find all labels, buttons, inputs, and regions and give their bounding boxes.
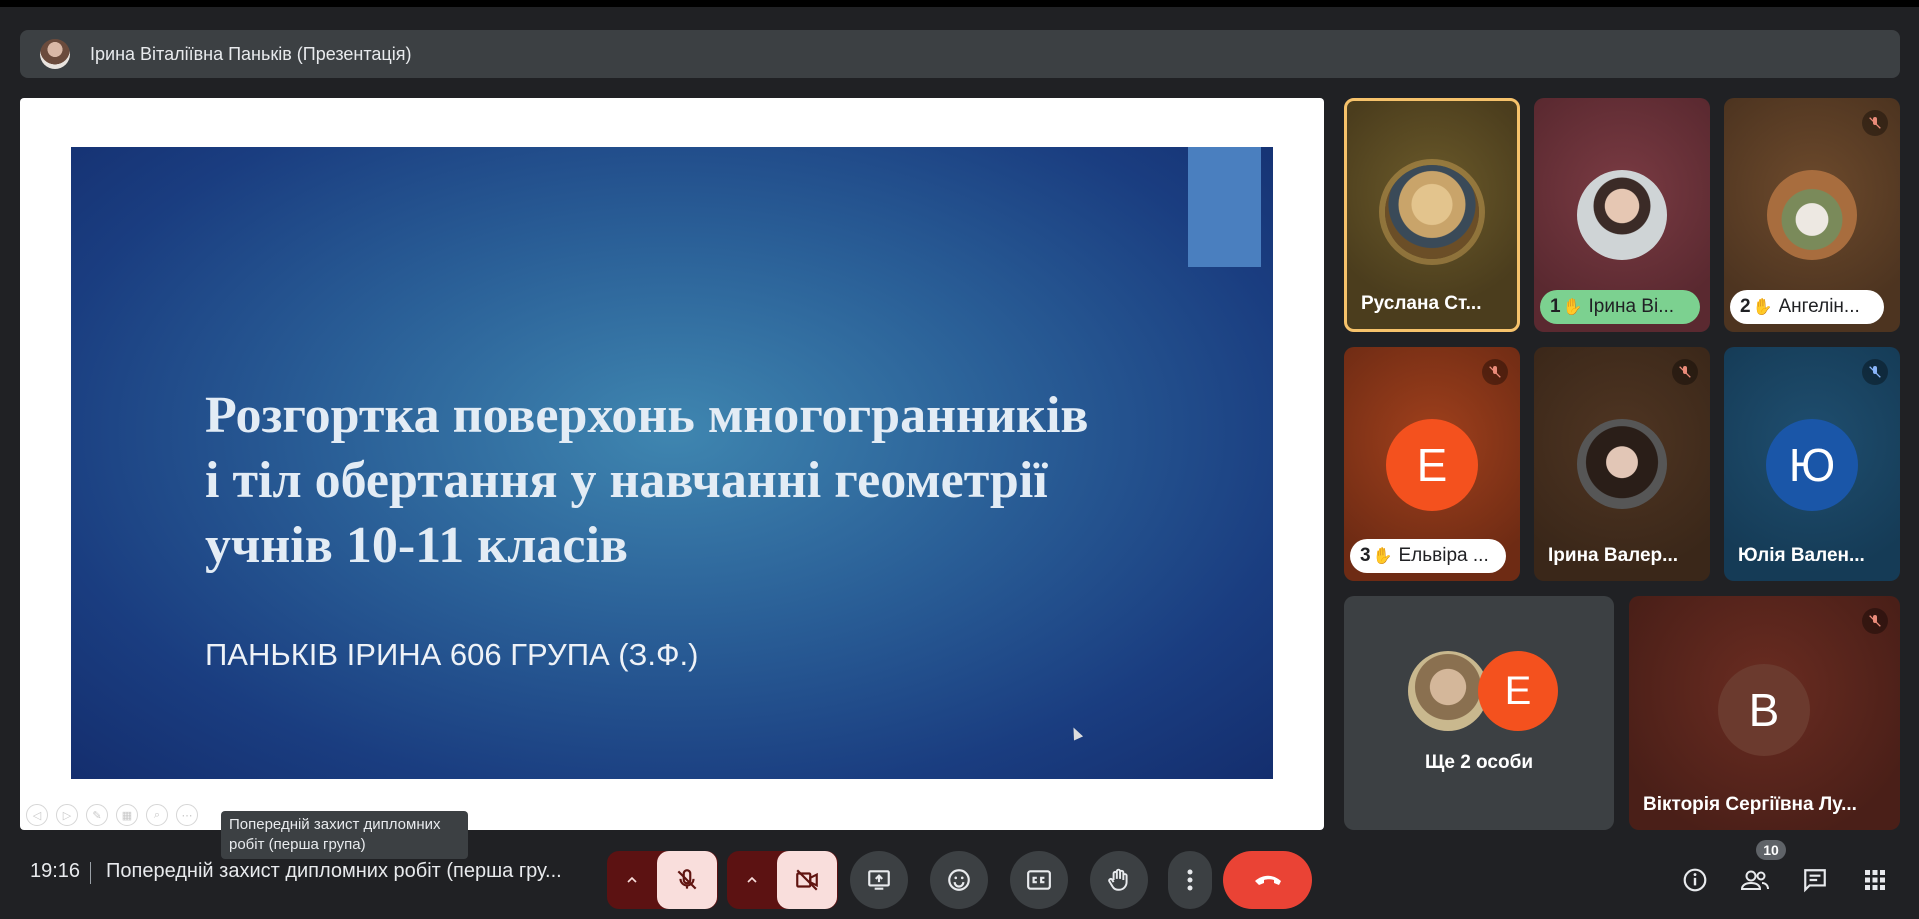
participant-tile[interactable]: В Вікторія Сергіївна Лу... (1629, 596, 1900, 830)
mic-off-icon (1862, 110, 1888, 136)
slide-title-line-1: Розгортка поверхонь многогранників (205, 387, 1089, 444)
mouse-cursor-icon (1068, 725, 1084, 741)
top-edge (0, 0, 1919, 7)
next-slide-icon[interactable]: ▷ (56, 804, 78, 826)
hand-order: 2 (1740, 296, 1751, 317)
chevron-up-icon (627, 876, 637, 883)
raise-hand-icon: ✋ (1372, 548, 1393, 565)
raised-hand-pill: 2 ✋ Ангелін... (1730, 290, 1884, 324)
presenter-banner: Ірина Віталіївна Паньків (Презентація) (20, 30, 1900, 78)
presenter-label: Ірина Віталіївна Паньків (Презентація) (90, 43, 412, 64)
avatar-initial: Ю (1766, 419, 1858, 511)
slides-icon[interactable]: ▦ (116, 804, 138, 826)
presenter-avatar (40, 39, 70, 69)
zoom-icon[interactable]: ⌕ (146, 804, 168, 826)
leave-call-button[interactable] (1223, 851, 1312, 909)
chat-icon (1804, 869, 1826, 893)
meeting-details-button[interactable] (1675, 860, 1715, 900)
apps-icon (1865, 870, 1885, 890)
slide-subtitle: ПАНЬКІВ ІРИНА 606 ГРУПА (З.Ф.) (205, 637, 699, 672)
clock: 19:16 (30, 860, 81, 882)
presentation-stage[interactable]: Розгортка поверхонь многогранників і тіл… (20, 98, 1324, 830)
raise-hand-icon (1108, 868, 1128, 891)
people-button[interactable] (1735, 860, 1775, 900)
mic-off-icon (1482, 359, 1508, 385)
pen-icon[interactable]: ✎ (86, 804, 108, 826)
more-icon[interactable]: ⋯ (176, 804, 198, 826)
people-icon (1740, 870, 1769, 890)
chat-button[interactable] (1795, 860, 1835, 900)
participant-tile[interactable]: 1 ✋ Ірина Ві... (1534, 98, 1710, 332)
mic-off-icon (1862, 359, 1888, 385)
prev-slide-icon[interactable]: ◁ (26, 804, 48, 826)
hand-order: 1 (1550, 296, 1561, 317)
raise-hand-icon: ✋ (1752, 299, 1773, 316)
camera-toggle-button[interactable] (777, 851, 837, 909)
slide-controls: ◁ ▷ ✎ ▦ ⌕ ⋯ (26, 804, 198, 826)
present-screen-icon (868, 870, 890, 890)
slide-title-line-2: і тіл обертання у навчанні геометрії (205, 452, 1048, 509)
participant-tile[interactable]: Ю Юлія Вален... (1724, 347, 1900, 581)
avatar (1577, 419, 1667, 509)
avatar (1577, 170, 1667, 260)
info-icon (1683, 868, 1707, 892)
mic-control-group (607, 851, 718, 909)
participant-name: Юлія Вален... (1738, 545, 1865, 566)
captions-button[interactable] (1010, 851, 1068, 909)
slide: Розгортка поверхонь многогранників і тіл… (71, 147, 1273, 779)
avatar (1767, 170, 1857, 260)
raise-hand-icon: ✋ (1562, 299, 1583, 316)
participant-name: Ельвіра ... (1398, 545, 1489, 566)
tooltip-line-1: Попередній захист дипломних (229, 816, 441, 833)
raised-hand-pill: 3 ✋ Ельвіра ... (1350, 539, 1506, 573)
participant-name: Руслана Ст... (1361, 293, 1482, 314)
raise-hand-button[interactable] (1090, 851, 1148, 909)
participant-name: Ангелін... (1778, 296, 1860, 317)
avatar (1408, 651, 1488, 731)
mic-toggle-button[interactable] (657, 851, 717, 909)
videocam-off-icon (796, 869, 818, 891)
camera-options-button[interactable] (727, 851, 777, 909)
more-options-button[interactable] (1168, 851, 1212, 909)
emoji-icon (948, 869, 970, 891)
activities-button[interactable] (1855, 860, 1895, 900)
participant-tile[interactable]: Руслана Ст... (1344, 98, 1520, 332)
participant-name: Ірина Ві... (1588, 296, 1675, 317)
mic-off-icon (677, 869, 697, 890)
divider (90, 862, 91, 884)
participant-name: Вікторія Сергіївна Лу... (1643, 794, 1857, 815)
slide-accent-rect (1188, 147, 1261, 267)
participant-name: Ірина Валер... (1548, 545, 1679, 566)
participant-name: Ще 2 особи (1425, 752, 1533, 773)
slide-title: Розгортка поверхонь многогранників і тіл… (205, 383, 1225, 578)
avatar (1385, 165, 1479, 259)
mic-options-button[interactable] (607, 851, 657, 909)
present-screen-button[interactable] (850, 851, 908, 909)
participant-tile[interactable]: 2 ✋ Ангелін... (1724, 98, 1900, 332)
avatar-initial: E (1386, 419, 1478, 511)
meeting-title[interactable]: Попередній захист дипломних робіт (перша… (106, 860, 586, 883)
chevron-up-icon (747, 876, 757, 883)
participant-tile[interactable]: Ірина Валер... (1534, 347, 1710, 581)
mic-off-icon (1862, 608, 1888, 634)
bottom-bar: 19:16 Попередній захист дипломних робіт … (0, 840, 1919, 919)
mic-off-icon (1672, 359, 1698, 385)
more-vert-icon (1187, 869, 1193, 891)
avatar-initial: E (1478, 651, 1558, 731)
emoji-button[interactable] (930, 851, 988, 909)
captions-icon (1027, 870, 1051, 890)
participant-tile[interactable]: E 3 ✋ Ельвіра ... (1344, 347, 1520, 581)
avatar-initial: В (1718, 664, 1810, 756)
participant-tile-group[interactable]: E Ще 2 особи (1344, 596, 1614, 830)
raised-hand-pill: 1 ✋ Ірина Ві... (1540, 290, 1700, 324)
hand-order: 3 (1360, 545, 1371, 566)
camera-control-group (727, 851, 838, 909)
slide-title-line-3: учнів 10-11 класів (205, 517, 629, 574)
participants-count-badge: 10 (1756, 840, 1786, 860)
call-end-icon (1254, 875, 1281, 885)
